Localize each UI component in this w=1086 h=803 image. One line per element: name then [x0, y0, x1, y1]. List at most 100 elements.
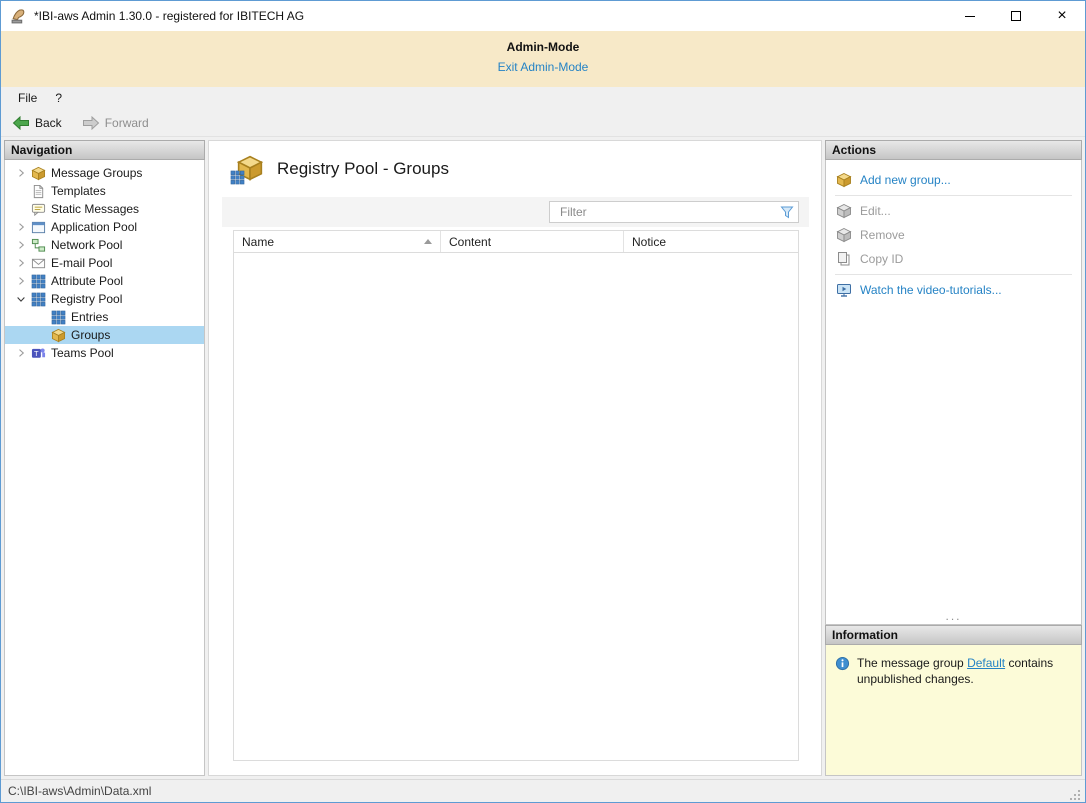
menubar: File ?: [1, 87, 1085, 109]
menu-file[interactable]: File: [9, 89, 46, 107]
resize-grip-icon: [1069, 789, 1081, 801]
information-message: The message group Default contains unpub…: [857, 655, 1072, 687]
statusbar: C:\IBI-aws\Admin\Data.xml: [1, 779, 1085, 802]
edit-icon: [836, 203, 852, 219]
groups-table: Name Content Notice: [233, 230, 799, 761]
actions-spacer: [826, 302, 1081, 609]
toolbar: Back Forward: [1, 109, 1085, 137]
copy-id-action[interactable]: Copy ID: [826, 247, 1081, 271]
page-title: Registry Pool - Groups: [277, 159, 449, 179]
registry-pool-icon: [31, 292, 46, 307]
table-header-row: Name Content Notice: [234, 231, 798, 253]
templates-icon: [31, 184, 46, 199]
chevron-right-icon[interactable]: [14, 220, 28, 234]
app-window: *IBI-aws Admin 1.30.0 - registered for I…: [0, 0, 1086, 803]
admin-mode-banner: Admin-Mode Exit Admin-Mode: [1, 31, 1085, 87]
sidebar-item-attribute-pool[interactable]: Attribute Pool: [5, 272, 204, 290]
static-messages-icon: [31, 202, 46, 217]
maximize-button[interactable]: [993, 1, 1039, 31]
remove-action[interactable]: Remove: [826, 223, 1081, 247]
default-group-link[interactable]: Default: [967, 656, 1005, 670]
expander-spacer: [14, 184, 28, 198]
menu-help[interactable]: ?: [46, 89, 71, 107]
sort-ascending-icon: [424, 239, 432, 244]
column-header-name[interactable]: Name: [234, 231, 441, 252]
admin-mode-title: Admin-Mode: [1, 40, 1085, 54]
expander-spacer: [14, 202, 28, 216]
sidebar-item-registry-pool[interactable]: Registry Pool: [5, 290, 204, 308]
remove-icon: [836, 227, 852, 243]
maximize-icon: [1011, 11, 1021, 21]
chevron-right-icon[interactable]: [14, 256, 28, 270]
network-pool-icon: [31, 238, 46, 253]
sidebar-item-entries[interactable]: Entries: [5, 308, 204, 326]
minimize-button[interactable]: [947, 1, 993, 31]
watch-tutorials-action[interactable]: Watch the video-tutorials...: [826, 278, 1081, 302]
close-button[interactable]: ×: [1039, 1, 1085, 31]
resize-grip[interactable]: [1069, 789, 1082, 802]
info-icon: [835, 656, 850, 671]
statusbar-path: C:\IBI-aws\Admin\Data.xml: [8, 784, 151, 798]
main-area: Navigation Message Groups Templates Stat…: [1, 137, 1085, 779]
forward-button[interactable]: Forward: [77, 114, 154, 132]
groups-icon: [51, 328, 66, 343]
forward-arrow-icon: [82, 116, 100, 130]
sidebar-item-network-pool[interactable]: Network Pool: [5, 236, 204, 254]
message-groups-icon: [31, 166, 46, 181]
information-header: Information: [825, 625, 1082, 645]
attribute-pool-icon: [31, 274, 46, 289]
navigation-panel: Navigation Message Groups Templates Stat…: [4, 140, 205, 776]
chevron-right-icon[interactable]: [14, 238, 28, 252]
navigation-tree: Message Groups Templates Static Messages…: [4, 160, 205, 776]
information-panel: The message group Default contains unpub…: [825, 645, 1082, 776]
filter-box: [549, 201, 799, 223]
registry-pool-groups-icon: [230, 154, 264, 184]
back-arrow-icon: [12, 116, 30, 130]
back-label: Back: [35, 116, 62, 130]
copy-icon: [836, 251, 852, 267]
actions-separator: [835, 274, 1072, 275]
forward-label: Forward: [105, 116, 149, 130]
sidebar-item-application-pool[interactable]: Application Pool: [5, 218, 204, 236]
minimize-icon: [965, 16, 975, 17]
sidebar-item-message-groups[interactable]: Message Groups: [5, 164, 204, 182]
chevron-right-icon[interactable]: [14, 274, 28, 288]
content-header: Registry Pool - Groups: [209, 141, 821, 195]
email-pool-icon: [31, 256, 46, 271]
actions-panel: Add new group... Edit... Remove Copy ID: [825, 160, 1082, 625]
actions-header: Actions: [825, 140, 1082, 160]
sidebar-item-groups[interactable]: Groups: [5, 326, 204, 344]
filter-icon[interactable]: [779, 204, 795, 220]
edit-action[interactable]: Edit...: [826, 199, 1081, 223]
sidebar-item-email-pool[interactable]: E-mail Pool: [5, 254, 204, 272]
filter-input[interactable]: [549, 201, 799, 223]
sidebar-item-templates[interactable]: Templates: [5, 182, 204, 200]
add-group-icon: [836, 172, 852, 188]
exit-admin-mode-link[interactable]: Exit Admin-Mode: [498, 60, 589, 74]
expander-spacer: [34, 310, 48, 324]
window-title: *IBI-aws Admin 1.30.0 - registered for I…: [34, 9, 304, 23]
table-body-empty: [234, 253, 798, 760]
expander-spacer: [34, 328, 48, 342]
sidebar-item-static-messages[interactable]: Static Messages: [5, 200, 204, 218]
titlebar: *IBI-aws Admin 1.30.0 - registered for I…: [1, 1, 1085, 31]
actions-more-indicator[interactable]: ...: [826, 609, 1081, 624]
navigation-header: Navigation: [4, 140, 205, 160]
video-tutorials-icon: [836, 282, 852, 298]
teams-pool-icon: [31, 346, 46, 361]
back-button[interactable]: Back: [7, 114, 67, 132]
window-controls: ×: [947, 1, 1085, 31]
close-icon: ×: [1057, 8, 1066, 24]
filter-strip: [222, 197, 809, 227]
chevron-down-icon[interactable]: [14, 292, 28, 306]
application-pool-icon: [31, 220, 46, 235]
app-icon: [10, 8, 27, 25]
add-new-group-action[interactable]: Add new group...: [826, 168, 1081, 192]
chevron-right-icon[interactable]: [14, 346, 28, 360]
sidebar-item-teams-pool[interactable]: Teams Pool: [5, 344, 204, 362]
column-header-content[interactable]: Content: [441, 231, 624, 252]
column-header-notice[interactable]: Notice: [624, 231, 798, 252]
chevron-right-icon[interactable]: [14, 166, 28, 180]
actions-separator: [835, 195, 1072, 196]
entries-icon: [51, 310, 66, 325]
